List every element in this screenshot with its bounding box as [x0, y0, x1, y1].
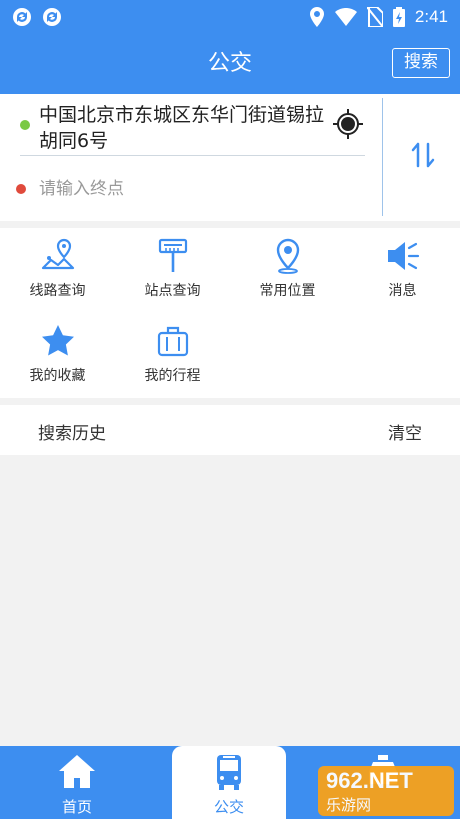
briefcase-icon	[157, 326, 188, 357]
nav-label: 首页	[61, 798, 92, 816]
location-icon	[309, 7, 324, 27]
menu-label: 线路查询	[29, 283, 86, 299]
start-location-input[interactable]: 中国北京市东城区东华门街道锡拉胡同6号	[39, 102, 329, 154]
watermark-top: 962.NET	[326, 768, 413, 793]
menu-item-messages[interactable]: 消息	[345, 228, 460, 308]
sync-icon	[43, 8, 61, 26]
megaphone-icon	[387, 242, 419, 270]
battery-charging-icon	[392, 7, 405, 27]
menu-label: 常用位置	[259, 283, 316, 299]
nav-bus[interactable]: 公交	[172, 746, 286, 819]
nav-home[interactable]: 首页	[0, 746, 154, 819]
menu-item-stop-query[interactable]: 站点查询	[115, 228, 230, 308]
app-header: 公交 搜索	[0, 34, 460, 94]
bus-icon	[217, 755, 241, 790]
search-history-title: 搜索历史	[38, 424, 106, 444]
location-pin-icon	[276, 238, 299, 274]
sync-icon	[13, 8, 31, 26]
start-dot	[20, 120, 30, 130]
wifi-icon	[334, 8, 357, 26]
end-dot	[16, 184, 26, 194]
route-map-icon	[41, 238, 74, 270]
search-history-bar: 搜索历史 清空	[0, 405, 460, 455]
home-icon	[59, 755, 95, 788]
feature-menu: 线路查询 站点查询 常用位置 消息 我的收藏 我的行程	[0, 228, 460, 398]
menu-label: 我的行程	[144, 368, 201, 384]
end-location-input[interactable]: 请输入终点	[39, 176, 339, 202]
watermark-bottom: 乐游网	[326, 797, 372, 814]
menu-item-favorites[interactable]: 我的收藏	[0, 313, 115, 393]
page-title: 公交	[207, 51, 252, 76]
status-bar: 2:41	[0, 0, 460, 34]
menu-label: 我的收藏	[29, 368, 86, 384]
watermark-logo: 962.NET 乐游网	[318, 766, 454, 816]
route-divider	[382, 98, 383, 216]
menu-item-route-query[interactable]: 线路查询	[0, 228, 115, 308]
route-input-card: 中国北京市东城区东华门街道锡拉胡同6号 请输入终点	[0, 94, 460, 221]
swap-icon[interactable]	[408, 140, 438, 170]
clear-history-button[interactable]: 清空	[388, 419, 422, 444]
star-icon	[41, 325, 74, 356]
menu-item-common-places[interactable]: 常用位置	[230, 228, 345, 308]
status-left	[12, 7, 62, 27]
menu-item-my-trips[interactable]: 我的行程	[115, 313, 230, 393]
search-button[interactable]: 搜索	[392, 48, 450, 78]
bus-stop-icon	[158, 238, 187, 272]
status-time: 2:41	[414, 7, 448, 26]
menu-label: 消息	[388, 283, 417, 299]
status-right: 2:41	[309, 7, 448, 27]
start-location-row[interactable]: 中国北京市东城区东华门街道锡拉胡同6号	[20, 98, 365, 156]
nav-label: 公交	[213, 798, 244, 816]
no-sim-icon	[366, 7, 383, 27]
menu-label: 站点查询	[144, 283, 201, 299]
locate-icon[interactable]	[332, 108, 364, 140]
